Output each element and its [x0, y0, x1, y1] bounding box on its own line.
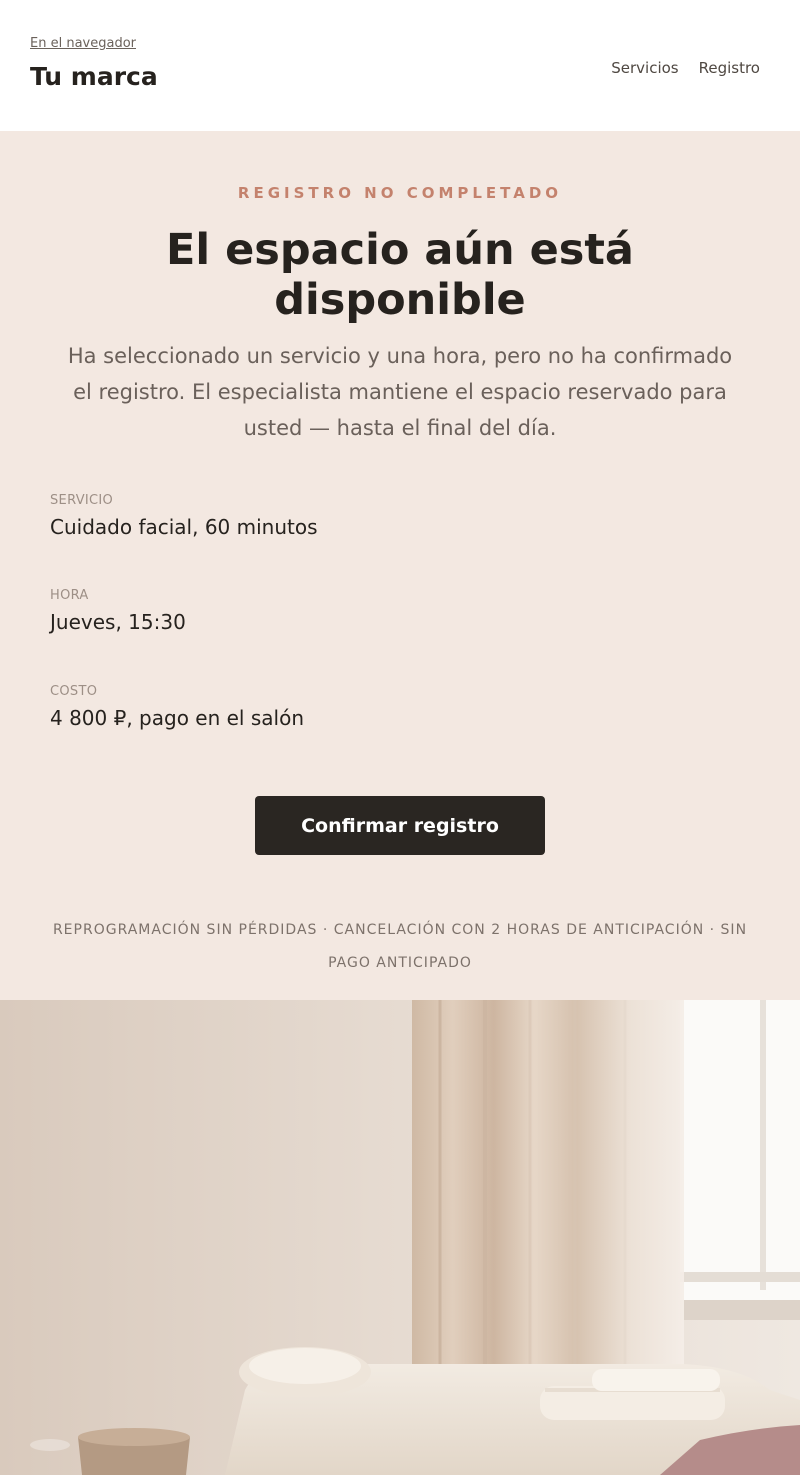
page-title: El espacio aún está disponible [166, 225, 634, 325]
confirm-booking-button[interactable]: Confirmar registro [255, 796, 545, 855]
detail-label: COSTO [50, 684, 98, 699]
detail-value: Cuidado facial, 60 minutos [50, 515, 318, 539]
intro-text: Ha seleccionado un servicio y una hora, … [67, 344, 733, 440]
detail-value: 4 800 ₽, pago en el salón [50, 706, 304, 730]
detail-cost: COSTO 4 800 ₽, pago en el salón [50, 684, 750, 730]
spa-room-illustration [0, 1000, 800, 1475]
nav-item-servicios[interactable]: Servicios [611, 59, 678, 77]
detail-value: Jueves, 15:30 [50, 610, 186, 634]
detail-label: HORA [50, 588, 89, 603]
detail-time: HORA Jueves, 15:30 [50, 588, 750, 634]
spa-room-image [0, 1000, 800, 1475]
brand-logo[interactable]: Tu marca [30, 62, 158, 91]
detail-service: SERVICIO Cuidado facial, 60 minutos [50, 493, 750, 539]
open-in-browser-link[interactable]: En el navegador [30, 36, 136, 51]
detail-label: SERVICIO [50, 493, 114, 508]
status-eyebrow: REGISTRO NO COMPLETADO [237, 184, 563, 202]
booking-terms: REPROGRAMACIÓN SIN PÉRDIDAS · CANCELACIÓ… [52, 922, 748, 971]
booking-reminder-section: REGISTRO NO COMPLETADO El espacio aún es… [0, 131, 800, 1000]
nav-item-registro[interactable]: Registro [699, 59, 760, 77]
site-header: En el navegador Tu marca Servicios Regis… [0, 0, 800, 131]
main-nav: Servicios Registro [611, 59, 760, 77]
